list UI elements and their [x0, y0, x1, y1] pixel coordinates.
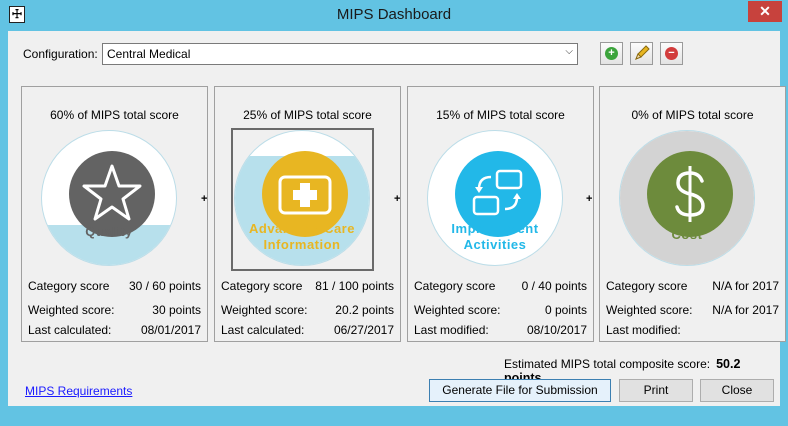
category-panel-improvement-activities: 15% of MIPS total score Improvement Acti… — [407, 86, 594, 342]
row-label: Last calculated: — [28, 323, 112, 337]
row-value: N/A for 2017 — [712, 303, 779, 317]
row-value: 08/10/2017 — [526, 323, 587, 337]
category-name-line2: Activities — [463, 237, 527, 252]
row-label: Weighted score: — [414, 303, 501, 317]
row-label: Category score — [28, 279, 110, 293]
category-panel-cost: 0% of MIPS total score Cost Category sco… — [599, 86, 786, 342]
row-label: Weighted score: — [221, 303, 308, 317]
window-bottom-border — [0, 406, 788, 426]
composite-score-label: Estimated MIPS total composite score: — [504, 357, 711, 371]
cost-tile[interactable]: Cost — [616, 128, 759, 271]
plus-operator: + — [394, 193, 401, 205]
edit-configuration-button[interactable] — [630, 42, 653, 65]
quality-tile[interactable]: Quality — [38, 128, 181, 271]
dashboard-client-area: Configuration: Central Medical ⌵ + − 60%… — [8, 31, 786, 406]
category-percent: 15% of MIPS total score — [436, 108, 565, 122]
advancing-care-tile[interactable]: Advancing Care Information — [231, 128, 374, 271]
category-name-line1: Improvement — [451, 221, 539, 236]
category-percent: 0% of MIPS total score — [631, 108, 754, 122]
row-label: Category score — [606, 279, 688, 293]
row-label: Last calculated: — [221, 323, 305, 337]
close-button[interactable]: Close — [700, 379, 774, 402]
category-percent: 25% of MIPS total score — [243, 108, 372, 122]
window-close-button[interactable]: ✕ — [748, 1, 782, 22]
remove-icon: − — [665, 47, 678, 60]
plus-operator: + — [586, 193, 593, 205]
generate-file-button[interactable]: Generate File for Submission — [429, 379, 611, 402]
plus-operator: + — [201, 193, 208, 205]
row-label: Weighted score: — [606, 303, 693, 317]
row-value: 08/01/2017 — [140, 323, 201, 337]
score-gauge: Quality — [41, 130, 177, 266]
pencil-icon — [635, 45, 650, 60]
category-panel-quality: 60% of MIPS total score Quality Category… — [21, 86, 208, 342]
configuration-select[interactable]: Central Medical ⌵ — [102, 43, 578, 65]
category-percent: 60% of MIPS total score — [50, 108, 179, 122]
mips-requirements-link[interactable]: MIPS Requirements — [25, 384, 132, 398]
score-gauge: Advancing Care Information — [234, 130, 370, 266]
row-label: Category score — [221, 279, 303, 293]
improvement-activities-tile[interactable]: Improvement Activities — [424, 128, 567, 271]
remove-configuration-button[interactable]: − — [660, 42, 683, 65]
row-value: 0 points — [544, 303, 587, 317]
inner-disc — [647, 151, 733, 237]
row-value: 30 / 60 points — [128, 279, 201, 293]
row-value: 06/27/2017 — [333, 323, 394, 337]
mips-dashboard-window: ☩ MIPS Dashboard ✕ Configuration: Centra… — [0, 0, 788, 426]
dollar-icon — [675, 166, 705, 222]
row-value: 30 points — [152, 303, 201, 317]
row-value: 20.2 points — [335, 303, 394, 317]
category-name: Cost — [671, 227, 703, 242]
category-name-line1: Advancing Care — [249, 221, 355, 236]
category-name-line2: Information — [263, 237, 341, 252]
configuration-value: Central Medical — [107, 47, 191, 61]
row-label: Weighted score: — [28, 303, 115, 317]
row-label: Last modified: — [414, 323, 489, 337]
row-value: 0 / 40 points — [521, 279, 587, 293]
row-value: N/A for 2017 — [712, 279, 779, 293]
score-gauge: Cost — [619, 130, 755, 266]
window-title: MIPS Dashboard — [336, 6, 452, 23]
row-value: 81 / 100 points — [315, 279, 394, 293]
add-icon: + — [605, 47, 618, 60]
title-bar: ☩ MIPS Dashboard ✕ — [0, 0, 788, 31]
print-button[interactable]: Print — [619, 379, 693, 402]
add-configuration-button[interactable]: + — [600, 42, 623, 65]
row-label: Category score — [414, 279, 496, 293]
row-label: Last modified: — [606, 323, 681, 337]
category-panel-advancing-care: 25% of MIPS total score Advancing Care I… — [214, 86, 401, 342]
score-gauge: Improvement Activities — [427, 130, 563, 266]
chevron-down-icon: ⌵ — [565, 46, 573, 57]
category-name: Quality — [85, 224, 133, 239]
configuration-label: Configuration: — [23, 47, 98, 61]
